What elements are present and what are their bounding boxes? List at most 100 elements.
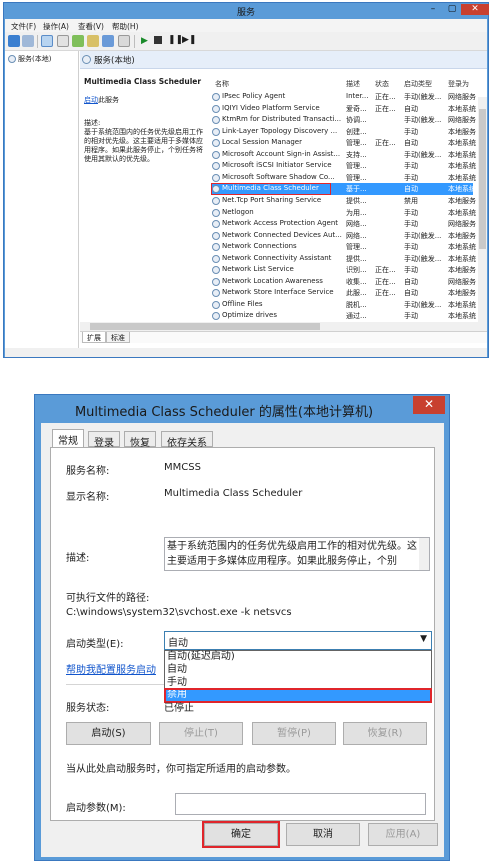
cell-startup: 禁用 — [404, 196, 418, 205]
pause-button[interactable]: 暂停(P) — [252, 722, 336, 745]
cell-name: Network Store Interface Service — [222, 288, 334, 297]
table-row[interactable]: Offline Files 脱机... 手动(触发... 本地系统 — [211, 299, 476, 310]
service-gear-icon — [212, 289, 220, 298]
pause-service-icon[interactable]: ❚❚ — [168, 35, 183, 45]
help-icon[interactable] — [102, 35, 114, 47]
start-params-input[interactable] — [175, 793, 426, 815]
table-row[interactable]: Multimedia Class Scheduler 基于... 自动 本地系统 — [211, 182, 476, 195]
service-gear-icon — [212, 266, 220, 275]
startup-type-value: 自动 — [168, 638, 188, 649]
table-row[interactable]: Microsoft iSCSI Initiator Service 管理... 手动… — [211, 160, 476, 171]
table-row[interactable]: Network List Service 识别... 正在... 手动 本地服务 — [211, 264, 476, 275]
cell-desc: 管理... — [346, 162, 367, 171]
table-row[interactable]: Microsoft Software Shadow Co... 管理... 手动 本地… — [211, 172, 476, 183]
service-status-value: 已停止 — [164, 703, 194, 714]
table-row[interactable]: Link-Layer Topology Discovery ... 创建... 手动… — [211, 126, 476, 137]
dialog-title: Multimedia Class Scheduler 的属性(本地计算机) — [74, 405, 374, 420]
col-name[interactable]: 名称 — [215, 79, 229, 89]
cell-name: Network Connections — [222, 242, 297, 251]
services-right-pane: 服务(本地) Multimedia Class Scheduler 启动此服务 … — [80, 51, 487, 348]
start-service-icon[interactable]: ▶ — [141, 36, 148, 46]
cell-name: Netlogon — [222, 207, 254, 216]
option-disabled[interactable]: 禁用 — [164, 688, 432, 703]
table-row[interactable]: IQIYI Video Platform Service 爱奇... 正在... 自动… — [211, 103, 476, 114]
table-row[interactable]: IPsec Policy Agent Inter... 正在... 手动(触发... 网… — [211, 91, 476, 102]
table-row[interactable]: Network Store Interface Service 此服... 正在..… — [211, 287, 476, 298]
menu-file[interactable]: 文件(F) — [11, 21, 36, 32]
tab-recovery[interactable]: 恢复 — [124, 431, 156, 449]
description-box[interactable]: 基于系统范围内的任务优先级启用工作的相对优先级。这主要适用于多媒体应用程序。如果… — [164, 537, 430, 571]
menu-action[interactable]: 操作(A) — [43, 21, 69, 32]
table-row[interactable]: Network Location Awareness 收集... 正在... 自动 网络… — [211, 276, 476, 287]
refresh-icon[interactable] — [72, 35, 84, 47]
tab-dependencies[interactable]: 依存关系 — [161, 431, 213, 449]
export-icon[interactable] — [87, 35, 99, 47]
menu-help[interactable]: 帮助(H) — [112, 21, 139, 32]
header-gear-icon — [82, 55, 91, 64]
stop-button[interactable]: 停止(T) — [159, 722, 243, 745]
col-status[interactable]: 状态 — [375, 79, 389, 89]
table-row[interactable]: Network Connectivity Assistant 提供... 手动(触发… — [211, 253, 476, 264]
cell-name: Local Session Manager — [222, 138, 302, 147]
cell-logon: 本地系统 — [448, 254, 476, 263]
table-row[interactable]: Local Session Manager 管理... 正在... 自动 本地系统 — [211, 137, 476, 148]
vertical-scrollbar[interactable] — [478, 97, 487, 324]
horizontal-scrollbar[interactable] — [80, 322, 487, 331]
option-auto[interactable]: 自动 — [165, 664, 431, 677]
cancel-button[interactable]: 取消 — [286, 823, 360, 846]
show-tree-icon[interactable] — [41, 35, 53, 47]
cell-logon: 本地系统 — [448, 150, 476, 159]
cell-logon: 网络服务 — [448, 220, 476, 229]
table-row[interactable]: Microsoft Account Sign-in Assist... 支持...… — [211, 149, 476, 160]
dialog-client: 常规 登录 恢复 依存关系 服务名称: MMCSS 显示名称: Multimed… — [41, 423, 444, 857]
properties-icon[interactable] — [57, 35, 69, 47]
menu-view[interactable]: 查看(V) — [78, 21, 104, 32]
tab-general[interactable]: 常规 — [52, 429, 84, 448]
cell-name: Offline Files — [222, 299, 263, 308]
tab-standard[interactable]: 标准 — [106, 332, 130, 343]
back-icon[interactable] — [8, 35, 20, 47]
start-button[interactable]: 启动(S) — [66, 722, 151, 745]
cell-startup: 手动 — [404, 266, 418, 275]
tab-logon[interactable]: 登录 — [88, 431, 120, 449]
path-label: 可执行文件的路径: — [66, 593, 150, 604]
table-row[interactable]: Optimize drives 通过... 手动 本地系统 — [211, 310, 476, 321]
table-row[interactable]: Net.Tcp Port Sharing Service 提供... 禁用 本地服务 — [211, 195, 476, 206]
service-gear-icon — [212, 277, 220, 286]
table-row[interactable]: Netlogon 为用... 手动 本地系统 — [211, 207, 476, 218]
table-row[interactable]: KtmRm for Distributed Transacti... 协调... 手… — [211, 114, 476, 125]
cell-startup: 手动(触发... — [404, 254, 442, 263]
cell-logon: 网络服务 — [448, 116, 476, 125]
description-scrollbar[interactable] — [419, 538, 429, 570]
forward-icon[interactable] — [22, 35, 34, 47]
apply-button[interactable]: 应用(A) — [368, 823, 438, 846]
stop-service-icon[interactable] — [154, 36, 162, 44]
service-gear-icon — [212, 312, 220, 321]
table-row[interactable]: Network Connected Devices Aut... 网络... 手动(… — [211, 230, 476, 241]
selected-row-highlight — [211, 182, 331, 195]
maximize-button[interactable]: ▢ — [443, 4, 461, 15]
description-text: 基于系统范围内的任务优先级启用工作的相对优先级。这主要适用于多媒体应用程序。如果… — [167, 541, 417, 567]
tree-item-local[interactable]: 服务(本地) — [18, 54, 51, 64]
tab-extended[interactable]: 扩展 — [82, 332, 106, 343]
option-auto-delayed[interactable]: 自动(延迟启动) — [165, 651, 431, 664]
detail-start-link[interactable]: 启动 — [84, 96, 98, 104]
resume-button[interactable]: 恢复(R) — [343, 722, 427, 745]
console-icon[interactable] — [118, 35, 130, 47]
table-row[interactable]: Network Access Protection Agent 网络... 手动 网络… — [211, 218, 476, 229]
restart-service-icon[interactable]: ▶❚ — [182, 35, 196, 45]
col-desc[interactable]: 描述 — [346, 79, 360, 89]
minimize-button[interactable]: – — [424, 4, 442, 15]
col-logon[interactable]: 登录为 — [448, 79, 469, 89]
cell-logon: 本地服务 — [448, 231, 476, 240]
col-startup[interactable]: 启动类型 — [404, 79, 432, 89]
startup-type-select[interactable]: 自动 ▼ — [164, 631, 432, 650]
cell-desc: 协调... — [346, 116, 367, 125]
services-list: 名称 描述 状态 启动类型 登录为 IPsec Policy Agent Inte… — [211, 69, 487, 324]
close-button[interactable]: ✕ — [461, 4, 489, 15]
dialog-close-button[interactable]: ✕ — [413, 396, 445, 414]
table-row[interactable]: Network Connections 管理... 手动 本地系统 — [211, 241, 476, 252]
cell-logon: 本地系统 — [448, 208, 476, 217]
services-title-bar: 服务 – ▢ ✕ — [4, 3, 489, 19]
help-configure-link[interactable]: 帮助我配置服务启动 — [66, 661, 156, 676]
